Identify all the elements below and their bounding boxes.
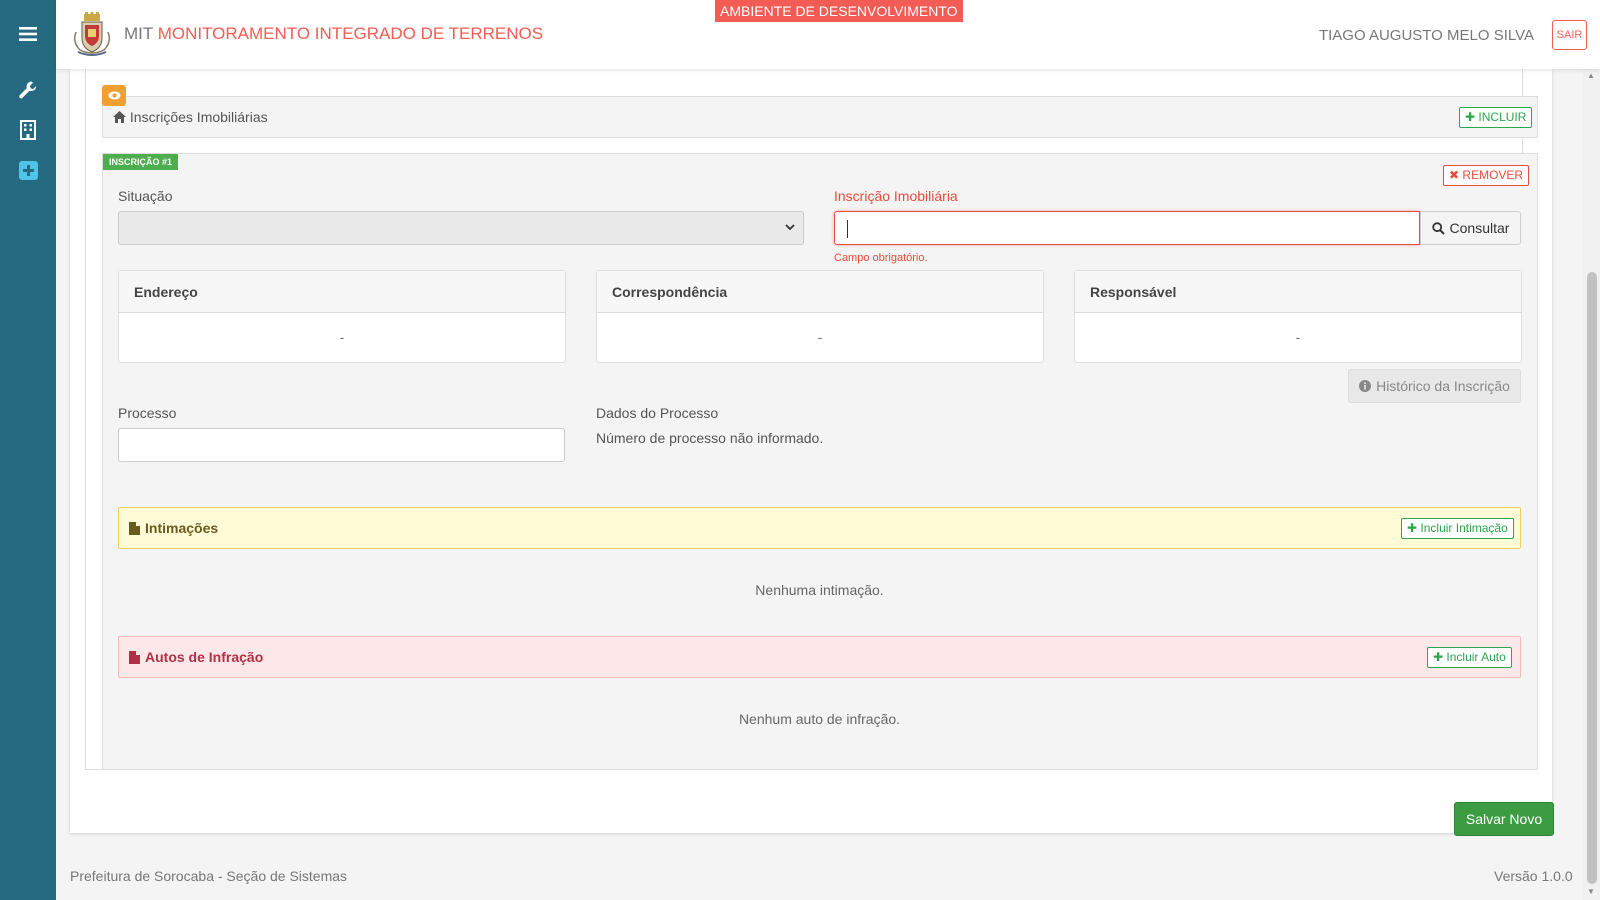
wrench-icon (19, 81, 37, 99)
environment-badge: AMBIENTE DE DESENVOLVIMENTO (715, 0, 963, 22)
correspondencia-title: Correspondência (597, 271, 1043, 313)
user-name: TIAGO AUGUSTO MELO SILVA (1318, 27, 1534, 44)
historico-label: Histórico da Inscrição (1376, 378, 1510, 394)
coat-of-arms-logo-icon (73, 12, 111, 56)
responsavel-value: - (1295, 329, 1301, 345)
info-circle-icon (1359, 380, 1372, 392)
intimacoes-empty-message: Nenhuma intimação. (755, 582, 884, 598)
correspondencia-value: - (817, 329, 823, 345)
scroll-down-arrow-icon[interactable]: ▼ (1587, 887, 1595, 896)
situacao-select[interactable] (118, 211, 804, 245)
scrollbar-thumb[interactable] (1587, 272, 1597, 884)
responsavel-title: Responsável (1075, 271, 1521, 313)
inscricao-imobiliaria-label: Inscrição Imobiliária (834, 188, 958, 204)
endereco-value: - (339, 329, 345, 345)
menu-toggle-button[interactable] (0, 16, 56, 52)
file-icon (129, 521, 140, 535)
situacao-label: Situação (118, 188, 173, 204)
inscricoes-section-title: Inscrições Imobiliárias (113, 109, 268, 126)
building-icon (20, 120, 36, 140)
menu-icon (19, 27, 37, 41)
sidebar-item-add[interactable] (0, 152, 56, 188)
search-icon (1431, 221, 1445, 235)
footer-version: Versão 1.0.0 (1494, 868, 1573, 884)
autos-title: Autos de Infração (129, 649, 263, 665)
top-bar: MIT MONITORAMENTO INTEGRADO DE TERRENOS … (56, 0, 1600, 69)
inscricoes-title-text: Inscrições Imobiliárias (129, 109, 268, 125)
footer-organization: Prefeitura de Sorocaba - Seção de Sistem… (70, 868, 348, 884)
page-scrollbar[interactable]: ▲ ▼ (1583, 69, 1600, 900)
plus-icon: ✚ (1465, 110, 1476, 124)
inscricao-imobiliaria-input[interactable] (834, 211, 1420, 245)
correspondencia-box: Correspondência - (596, 270, 1044, 363)
logout-button[interactable]: SAIR (1552, 20, 1587, 50)
incluir-intimacao-button[interactable]: ✚ Incluir Intimação (1401, 518, 1514, 539)
required-error-message: Campo obrigatório. (834, 252, 928, 264)
processo-label: Processo (118, 405, 177, 421)
dados-processo-value: Número de processo não informado. (596, 430, 824, 446)
eye-icon (108, 91, 120, 100)
consultar-button[interactable]: Consultar (1420, 211, 1521, 245)
app-prefix: MIT (124, 24, 153, 43)
autos-title-text: Autos de Infração (145, 649, 264, 665)
sidebar (0, 0, 56, 900)
intimacoes-title: Intimações (129, 520, 218, 536)
plus-icon: ✚ (1433, 650, 1444, 664)
remover-inscricao-button[interactable]: ✖ REMOVER (1443, 165, 1530, 186)
consultar-label: Consultar (1449, 220, 1510, 236)
endereco-title: Endereço (119, 271, 565, 313)
incluir-auto-label: Incluir Auto (1446, 650, 1506, 664)
chevron-down-icon (785, 220, 795, 234)
home-icon (113, 110, 126, 126)
incluir-label: INCLUIR (1478, 110, 1527, 124)
historico-inscricao-button[interactable]: Histórico da Inscrição (1348, 369, 1521, 403)
text-caret (847, 220, 848, 238)
autos-section-header: Autos de Infração ✚ Incluir Auto (118, 636, 1521, 678)
inscricao-item-tag: INSCRIÇÃO #1 (103, 154, 179, 170)
sidebar-item-tools[interactable] (0, 72, 56, 108)
autos-empty-message: Nenhum auto de infração. (738, 711, 901, 727)
inscricoes-section-header: Inscrições Imobiliárias ✚ INCLUIR (102, 96, 1538, 138)
intimacoes-section-header: Intimações ✚ Incluir Intimação (118, 507, 1521, 549)
app-name: MONITORAMENTO INTEGRADO DE TERRENOS (157, 24, 544, 43)
incluir-auto-button[interactable]: ✚ Incluir Auto (1427, 647, 1512, 668)
remover-label: REMOVER (1462, 168, 1524, 182)
intimacoes-title-text: Intimações (145, 520, 219, 536)
view-toggle-button[interactable] (102, 85, 126, 106)
times-icon: ✖ (1449, 168, 1460, 182)
responsavel-box: Responsável - (1074, 270, 1522, 363)
dados-processo-label: Dados do Processo (596, 405, 719, 421)
file-icon (129, 650, 140, 664)
plus-square-icon (18, 160, 38, 180)
salvar-novo-button[interactable]: Salvar Novo (1454, 802, 1554, 836)
scroll-up-arrow-icon[interactable]: ▲ (1587, 71, 1595, 80)
incluir-inscricao-button[interactable]: ✚ INCLUIR (1459, 107, 1533, 128)
endereco-box: Endereço - (118, 270, 566, 363)
plus-icon: ✚ (1407, 521, 1418, 535)
processo-input[interactable] (118, 428, 565, 462)
incluir-intimacao-label: Incluir Intimação (1420, 521, 1508, 535)
app-title: MIT MONITORAMENTO INTEGRADO DE TERRENOS (124, 24, 543, 44)
sidebar-item-buildings[interactable] (0, 112, 56, 148)
